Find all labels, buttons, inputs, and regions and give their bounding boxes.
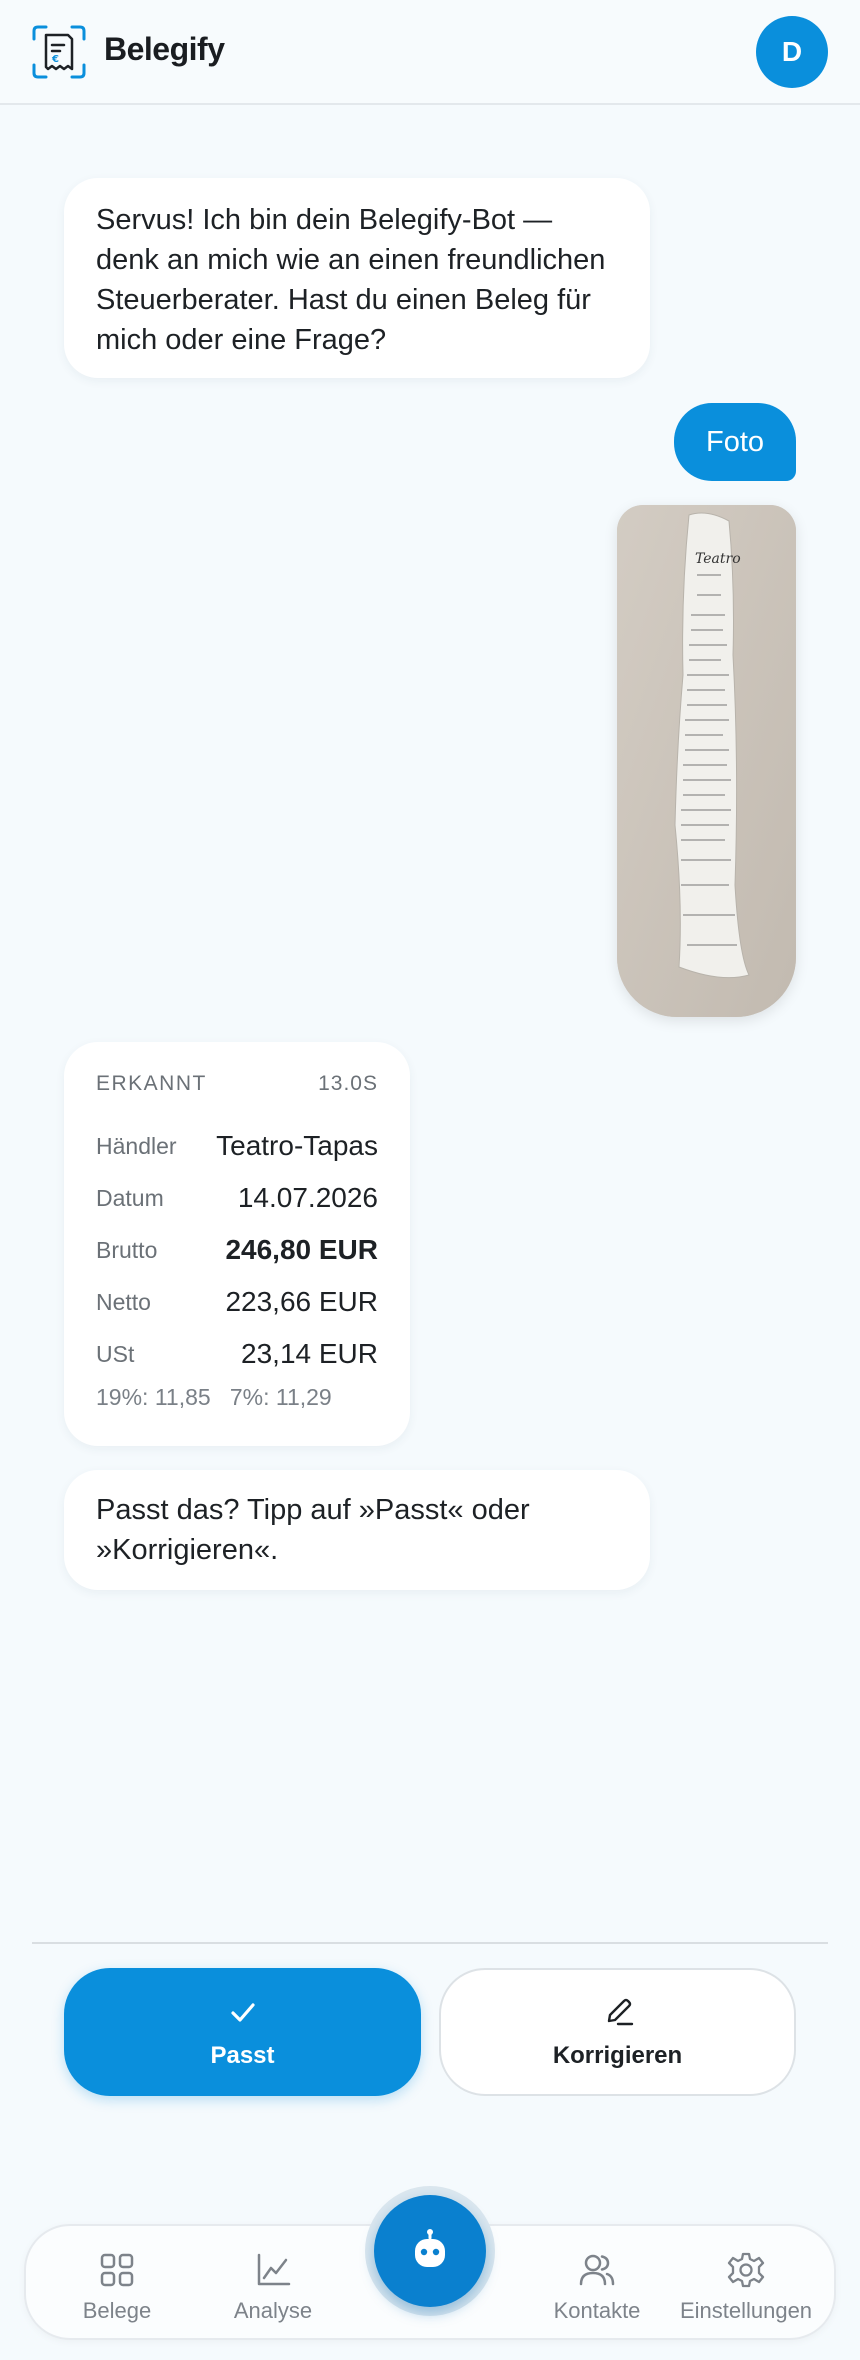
confirm-button[interactable]: Passt xyxy=(64,1968,421,2096)
vat-row: USt 23,14 EUR xyxy=(96,1332,378,1372)
vat-breakdown: 19%: 11,85 7%: 11,29 xyxy=(96,1384,332,1410)
pencil-icon xyxy=(607,1998,633,2026)
gear-icon xyxy=(727,2252,765,2288)
processing-time: 13.0S xyxy=(318,1072,378,1095)
status-label: ERKANNT xyxy=(96,1072,207,1095)
gross-row: Brutto 246,80 EUR xyxy=(96,1228,378,1268)
user-avatar[interactable]: D xyxy=(756,16,828,88)
bot-question-message: Passt das? Tipp auf »Passt« oder »Korrig… xyxy=(64,1470,650,1590)
svg-text:€: € xyxy=(51,54,59,65)
bot-welcome-message: Servus! Ich bin dein Belegify-Bot — denk… xyxy=(64,178,650,378)
svg-text:Teatro: Teatro xyxy=(695,551,741,567)
nav-label-analyse: Analyse xyxy=(233,2298,313,2323)
divider xyxy=(32,1942,828,1944)
nav-label-belege: Belege xyxy=(82,2298,152,2323)
bot-icon xyxy=(415,2229,445,2267)
nav-item-analyse[interactable]: Analyse xyxy=(198,2250,348,2330)
chart-icon xyxy=(257,2253,291,2286)
grid-icon xyxy=(100,2253,134,2287)
net-label: Netto xyxy=(96,1289,151,1315)
date-label: Datum xyxy=(96,1185,164,1211)
app-title: Belegify xyxy=(104,31,225,67)
net-value: 223,66 EUR xyxy=(225,1286,378,1317)
correct-button[interactable]: Korrigieren xyxy=(439,1968,796,2096)
merchant-row: Händler Teatro-Tapas xyxy=(96,1124,378,1164)
nav-item-kontakte[interactable]: Kontakte xyxy=(522,2250,672,2330)
users-icon xyxy=(579,2254,615,2286)
correct-button-label: Korrigieren xyxy=(552,2042,683,2069)
gross-label: Brutto xyxy=(96,1237,158,1263)
vat-value: 23,14 EUR xyxy=(241,1338,378,1369)
gross-value: 246,80 EUR xyxy=(225,1234,378,1265)
bot-button[interactable] xyxy=(374,2195,486,2307)
vat-label: USt xyxy=(96,1341,135,1367)
merchant-value: Teatro-Tapas xyxy=(216,1130,378,1161)
receipt-image: Teatro xyxy=(617,505,796,1017)
receipt-photo[interactable]: Teatro xyxy=(617,505,796,1017)
date-row: Datum 14.07.2026 xyxy=(96,1176,378,1216)
nav-item-einstellungen[interactable]: Einstellungen xyxy=(666,2250,826,2330)
date-value: 14.07.2026 xyxy=(237,1182,378,1213)
receipt-scan-logo-icon: € xyxy=(32,25,86,79)
confirm-button-label: Passt xyxy=(210,2042,275,2069)
checkmark-icon xyxy=(230,2003,255,2022)
nav-label-kontakte: Kontakte xyxy=(553,2298,641,2323)
bot-button-ring xyxy=(365,2186,495,2316)
receipt-result-card: ERKANNT 13.0S Händler Teatro-Tapas Datum… xyxy=(64,1042,410,1446)
net-row: Netto 223,66 EUR xyxy=(96,1280,378,1320)
nav-item-belege[interactable]: Belege xyxy=(42,2250,192,2330)
nav-label-einstellungen: Einstellungen xyxy=(679,2298,813,2323)
user-photo-message: Foto xyxy=(674,403,796,481)
merchant-label: Händler xyxy=(96,1133,177,1159)
app-header: € Belegify D xyxy=(0,0,860,105)
